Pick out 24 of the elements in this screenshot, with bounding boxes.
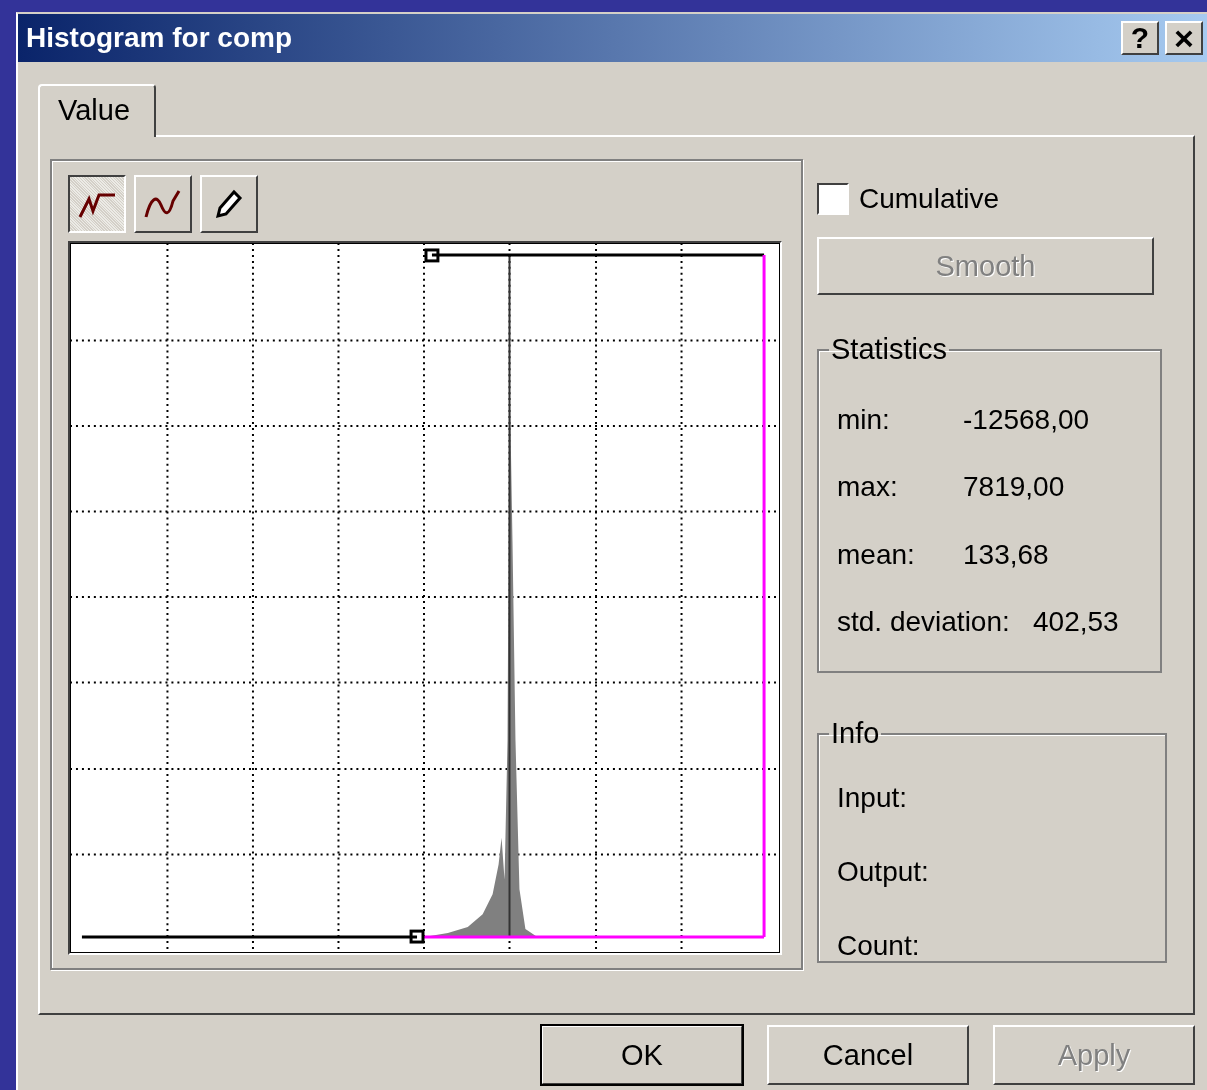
info-label: Input: [837,782,909,814]
group-title: Info [830,717,881,750]
cumulative-checkbox[interactable]: Cumulative [817,183,1000,215]
tool-button[interactable] [68,175,126,233]
info-label: Output: [837,856,930,888]
pencil-icon [214,188,244,220]
group-title: Statistics [830,333,949,366]
dialog-button[interactable]: Cancel [767,1025,969,1085]
stat-label: max: [837,471,899,504]
stat-label: std. deviation: [837,606,1011,639]
help-button[interactable]: ? [1121,21,1159,55]
dialog-button[interactable]: OK [541,1025,743,1085]
stat-label: min: [837,403,891,436]
stat-value: 402,53 [1033,606,1120,639]
checkbox[interactable] [817,183,849,215]
stat-value: 133,68 [963,538,1050,571]
stat-value: 7819,00 [963,471,1066,504]
info-label: Count: [837,930,921,962]
checkbox-label: Cumulative [859,183,1000,215]
close-button[interactable]: × [1165,21,1203,55]
stat-value: -12568,00 [963,403,1091,436]
tab[interactable]: Value [38,84,157,137]
stat-label: mean: [837,538,916,571]
window-title: Histogram for comp [26,22,293,54]
